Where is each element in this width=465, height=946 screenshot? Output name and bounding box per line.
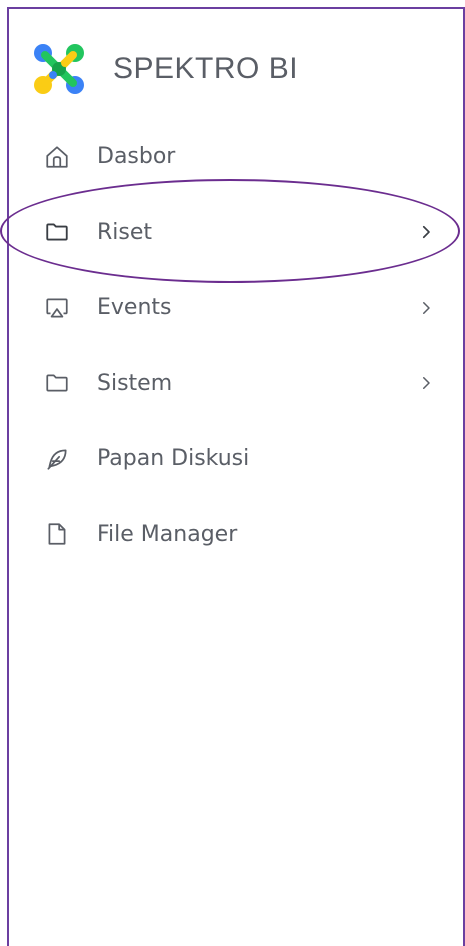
folder-icon bbox=[43, 369, 71, 397]
brand[interactable]: SPEKTRO BI bbox=[31, 39, 298, 99]
sidebar-menu: Dasbor Riset Events Sistem Papan Diskusi… bbox=[9, 119, 463, 572]
sidebar-item-label: Papan Diskusi bbox=[97, 446, 250, 472]
feather-icon bbox=[43, 445, 71, 473]
chevron-right-icon[interactable] bbox=[417, 374, 435, 392]
file-icon bbox=[43, 520, 71, 548]
sidebar-item-label: Dasbor bbox=[97, 144, 176, 170]
cast-icon bbox=[43, 294, 71, 322]
sidebar-item-label: File Manager bbox=[97, 521, 238, 547]
sidebar-item-file-manager[interactable]: File Manager bbox=[9, 497, 463, 573]
home-icon bbox=[43, 143, 71, 171]
sidebar-frame: SPEKTRO BI Dasbor Riset Events Sistem Pa… bbox=[7, 7, 465, 946]
sidebar-item-label: Events bbox=[97, 295, 172, 321]
chevron-right-icon[interactable] bbox=[417, 223, 435, 241]
folder-icon bbox=[43, 218, 71, 246]
sidebar-item-papan-diskusi[interactable]: Papan Diskusi bbox=[9, 421, 463, 497]
sidebar-item-events[interactable]: Events bbox=[9, 270, 463, 346]
chevron-right-icon[interactable] bbox=[417, 299, 435, 317]
brand-name: SPEKTRO BI bbox=[113, 52, 299, 85]
sidebar-item-label: Sistem bbox=[97, 370, 173, 396]
sidebar-item-riset[interactable]: Riset bbox=[9, 195, 463, 271]
sidebar-item-dasbor[interactable]: Dasbor bbox=[9, 119, 463, 195]
spektro-logo-icon bbox=[31, 41, 87, 97]
sidebar-item-sistem[interactable]: Sistem bbox=[9, 346, 463, 422]
sidebar-item-label: Riset bbox=[97, 219, 153, 245]
